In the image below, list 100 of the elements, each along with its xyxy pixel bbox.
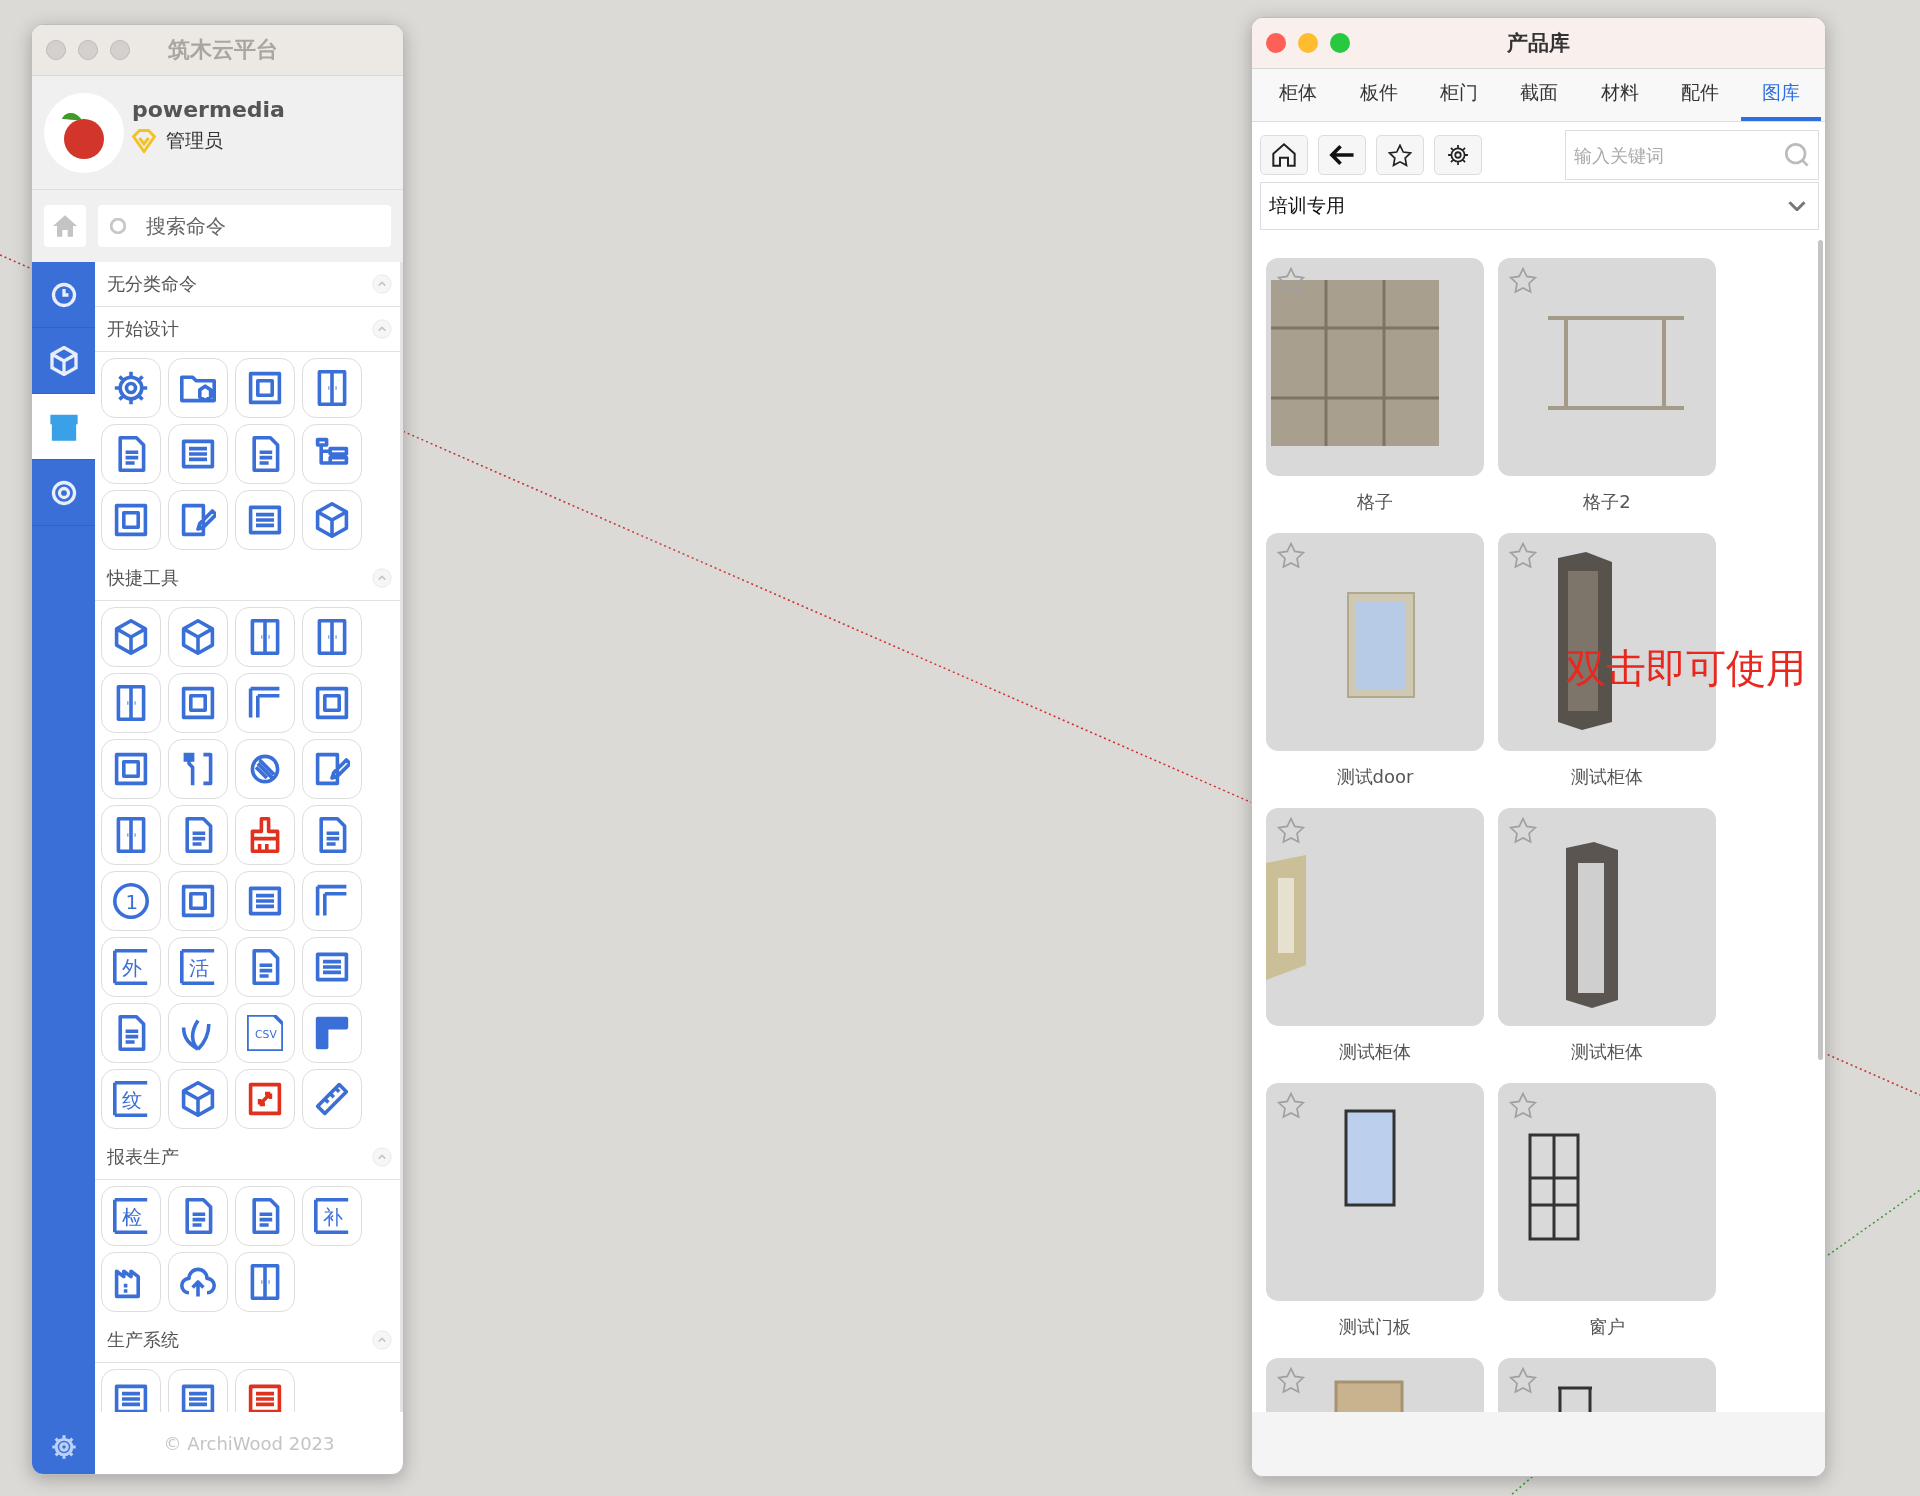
product-card[interactable] <box>1498 1083 1716 1301</box>
tool-button[interactable] <box>101 1252 161 1312</box>
back-arrow-icon <box>1329 143 1355 167</box>
tool-button[interactable] <box>168 805 228 865</box>
settings-icon[interactable] <box>50 1434 77 1460</box>
tool-button[interactable] <box>101 424 161 484</box>
tab[interactable]: 图库 <box>1740 69 1821 121</box>
star-icon[interactable] <box>1277 542 1305 569</box>
search-field[interactable]: 搜索命令 <box>98 205 391 247</box>
settings-icon <box>1447 144 1469 166</box>
tool-button[interactable] <box>101 490 161 550</box>
tool-button[interactable] <box>302 358 362 418</box>
tool-button[interactable] <box>235 673 295 733</box>
tab[interactable]: 柜体 <box>1258 69 1339 121</box>
tool-button[interactable]: 1 <box>101 871 161 931</box>
tool-button[interactable] <box>168 424 228 484</box>
tool-button[interactable] <box>101 739 161 799</box>
tool-button[interactable] <box>235 871 295 931</box>
star-icon[interactable] <box>1277 267 1305 294</box>
product-name: 窗户 <box>1589 1315 1625 1339</box>
favorite-button[interactable] <box>1376 135 1424 175</box>
section-title: 报表生产 <box>107 1145 179 1169</box>
tool-button[interactable] <box>235 1252 295 1312</box>
tool-button[interactable] <box>168 871 228 931</box>
chevron-down-icon <box>1788 201 1806 211</box>
csv-file-icon: CSV <box>247 1015 283 1051</box>
tool-button[interactable] <box>235 490 295 550</box>
tool-button[interactable] <box>235 358 295 418</box>
tool-button[interactable] <box>235 1069 295 1129</box>
tool-button[interactable]: 外 <box>101 937 161 997</box>
tool-button[interactable] <box>101 1369 161 1412</box>
tool-button[interactable] <box>101 607 161 667</box>
tool-button[interactable] <box>302 490 362 550</box>
tool-button[interactable] <box>302 1003 362 1063</box>
tool-button[interactable] <box>101 673 161 733</box>
home-button[interactable] <box>1260 135 1308 175</box>
tool-button[interactable] <box>168 739 228 799</box>
scrollbar-thumb[interactable] <box>1818 240 1823 1060</box>
section-title: 生产系统 <box>107 1328 179 1352</box>
tool-button[interactable] <box>302 739 362 799</box>
star-icon[interactable] <box>1277 817 1305 844</box>
tool-button[interactable] <box>168 1252 228 1312</box>
tool-button[interactable] <box>235 424 295 484</box>
user-role: 管理员 <box>166 128 223 153</box>
tool-button[interactable] <box>235 739 295 799</box>
star-icon[interactable] <box>1509 817 1537 844</box>
star-icon[interactable] <box>1509 1367 1537 1394</box>
sidebar-tab[interactable] <box>32 394 95 460</box>
tool-button[interactable] <box>168 1069 228 1129</box>
tool-button[interactable] <box>302 424 362 484</box>
tool-button[interactable] <box>168 358 228 418</box>
tab[interactable]: 材料 <box>1579 69 1661 121</box>
star-icon[interactable] <box>1509 542 1537 569</box>
category-dropdown[interactable]: 培训专用 <box>1260 182 1819 230</box>
tab[interactable]: 截面 <box>1499 69 1580 121</box>
tool-button[interactable] <box>302 607 362 667</box>
tool-button[interactable] <box>168 490 228 550</box>
tool-button[interactable] <box>302 805 362 865</box>
tool-button[interactable] <box>168 1369 228 1412</box>
tool-button[interactable] <box>235 607 295 667</box>
tool-button[interactable] <box>101 1003 161 1063</box>
tab[interactable]: 配件 <box>1660 69 1741 121</box>
cube-icon <box>49 345 78 376</box>
tool-button[interactable]: 检 <box>101 1186 161 1246</box>
tool-button[interactable] <box>235 1186 295 1246</box>
tool-button[interactable]: 活 <box>168 937 228 997</box>
close-button[interactable] <box>1266 33 1286 53</box>
tool-button[interactable] <box>101 805 161 865</box>
frame-drawing <box>1556 1386 1594 1412</box>
back-button[interactable] <box>1318 135 1366 175</box>
product-name: 测试门板 <box>1339 1315 1411 1339</box>
tool-button[interactable] <box>168 1003 228 1063</box>
settings-button[interactable] <box>1434 135 1482 175</box>
tool-button[interactable] <box>302 871 362 931</box>
star-icon[interactable] <box>1277 1092 1305 1119</box>
tool-button[interactable] <box>302 673 362 733</box>
tool-button[interactable] <box>101 358 161 418</box>
product-name: 测试door <box>1336 765 1414 789</box>
product-name: 测试柜体 <box>1339 1040 1411 1064</box>
home-icon <box>53 215 77 237</box>
tool-button[interactable]: 补 <box>302 1186 362 1246</box>
user-name: powermedia <box>132 97 285 122</box>
star-icon[interactable] <box>1509 267 1537 294</box>
tool-button[interactable] <box>235 805 295 865</box>
tool-button[interactable] <box>168 1186 228 1246</box>
star-icon[interactable] <box>1277 1367 1305 1394</box>
tool-button[interactable] <box>302 1069 362 1129</box>
tab[interactable]: 板件 <box>1338 69 1419 121</box>
tab[interactable]: 柜门 <box>1418 69 1500 121</box>
window-title: 产品库 <box>1506 30 1571 57</box>
product-card[interactable] <box>1498 808 1716 1026</box>
tool-button[interactable] <box>302 937 362 997</box>
tool-button[interactable] <box>168 673 228 733</box>
tool-button[interactable]: 纹 <box>101 1069 161 1129</box>
tool-button[interactable] <box>235 937 295 997</box>
tool-button[interactable]: CSV <box>235 1003 295 1063</box>
tool-button[interactable] <box>235 1369 295 1412</box>
tool-button[interactable] <box>168 607 228 667</box>
star-icon[interactable] <box>1509 1092 1537 1119</box>
search-field[interactable]: 输入关键词 <box>1565 130 1819 180</box>
